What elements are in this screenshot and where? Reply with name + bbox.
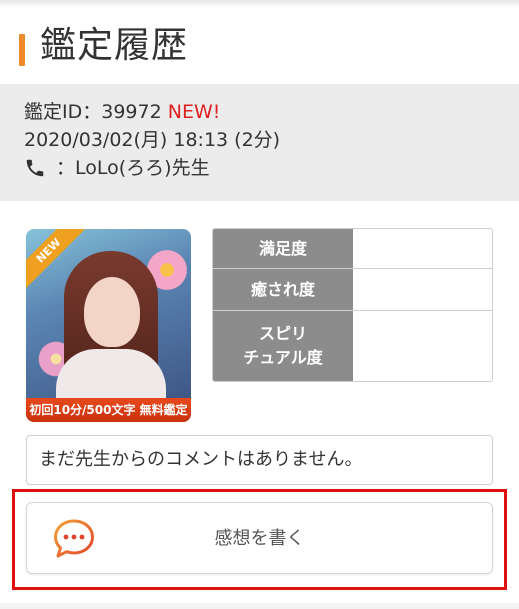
rating-label-line1: スピリ (258, 324, 307, 343)
phone-icon (26, 159, 44, 177)
ratings-table: 満足度 癒され度 スピリチュアル度 (212, 228, 493, 382)
rating-value (353, 229, 492, 268)
reading-id-row: 鑑定ID：39972 NEW! (24, 98, 519, 126)
write-review-label: 感想を書く (214, 528, 305, 549)
rating-row-satisfaction: 満足度 (213, 229, 492, 269)
rating-row-spiritual: スピリ チュアル度 (213, 311, 492, 381)
rating-label-line2: チュアル度 (243, 348, 323, 367)
bottom-strip (0, 603, 519, 609)
advisor-photo[interactable]: NEW 初回10分/500文字 無料鑑定 (26, 229, 191, 422)
advisor-comment: まだ先生からのコメントはありません。 (26, 435, 493, 485)
rating-label: 癒され度 (213, 269, 353, 310)
rating-value (353, 311, 492, 381)
advisor-row: ： LoLo(ろろ)先生 (24, 154, 519, 182)
new-badge: NEW! (167, 101, 221, 123)
rating-label: 満足度 (213, 229, 353, 268)
separator: ： (56, 157, 76, 179)
rating-value (353, 269, 492, 310)
page-header: 鑑定履歴 (0, 6, 519, 84)
page-title: 鑑定履歴 (40, 25, 189, 66)
portrait-face (84, 277, 140, 347)
title-accent-bar (19, 34, 25, 66)
reading-datetime: 2020/03/02(月) 18:13 (2分) (24, 129, 281, 151)
write-review-button[interactable]: 感想を書く (26, 502, 493, 574)
reading-id: 鑑定ID：39972 (24, 101, 162, 123)
rating-label: スピリ チュアル度 (213, 311, 353, 381)
free-reading-caption: 初回10分/500文字 無料鑑定 (26, 398, 191, 422)
advisor-name[interactable]: LoLo(ろろ)先生 (75, 154, 210, 182)
reading-info: 鑑定ID：39972 NEW! 2020/03/02(月) 18:13 (2分)… (0, 84, 519, 201)
rating-row-healing: 癒され度 (213, 269, 492, 311)
